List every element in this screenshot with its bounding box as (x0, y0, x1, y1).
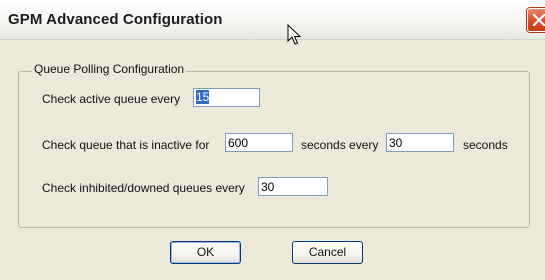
close-icon (532, 13, 545, 27)
ok-button[interactable]: OK (170, 241, 241, 264)
cursor-icon (287, 24, 302, 45)
active-queue-interval-field[interactable]: 15 (193, 88, 260, 107)
inactive-duration-field[interactable] (225, 133, 293, 152)
active-queue-label: Check active queue every (42, 92, 181, 106)
seconds-label: seconds (463, 138, 508, 152)
inactive-queue-label: Check queue that is inactive for (42, 138, 210, 152)
active-queue-interval-value: 15 (196, 90, 210, 104)
dialog-window: GPM Advanced Configuration Queue Polling… (0, 0, 545, 280)
inhibited-queue-interval-field[interactable] (258, 177, 328, 196)
group-label: Queue Polling Configuration (32, 62, 187, 76)
title-bar[interactable]: GPM Advanced Configuration (0, 0, 545, 40)
seconds-every-label: seconds every (301, 138, 379, 152)
cancel-button[interactable]: Cancel (292, 241, 363, 264)
close-button[interactable] (527, 8, 545, 32)
inhibited-queue-label: Check inhibited/downed queues every (42, 181, 245, 195)
window-title: GPM Advanced Configuration (8, 11, 223, 28)
inactive-check-interval-field[interactable] (386, 133, 454, 152)
